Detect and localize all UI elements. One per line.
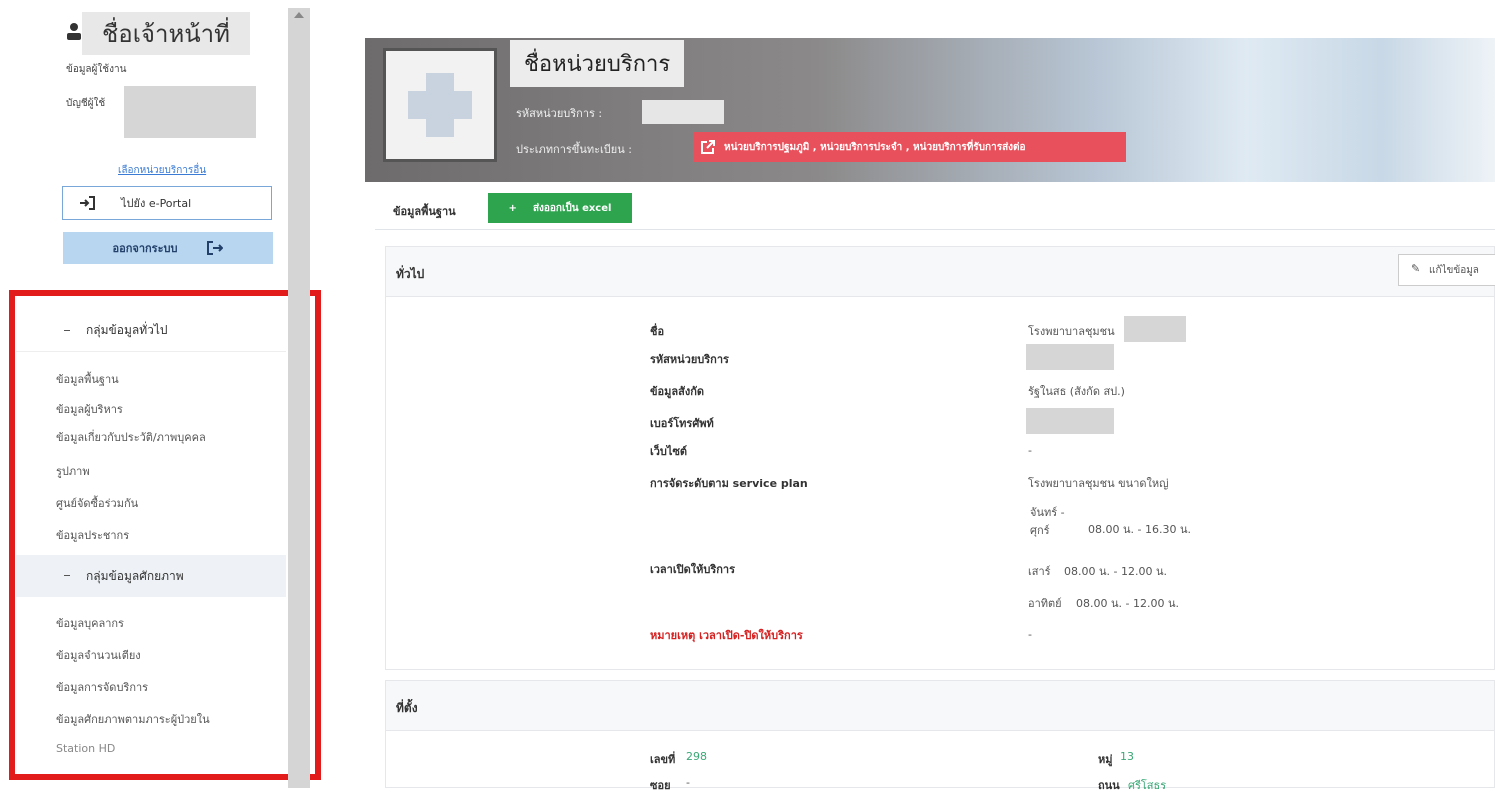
soi-label: ซอย xyxy=(650,779,671,792)
user-info-label: ข้อมูลผู้ใช้งาน xyxy=(66,64,127,75)
hours-label: เวลาเปิดให้บริการ xyxy=(650,563,735,576)
unit-code-label: รหัสหน่วยบริการ : xyxy=(516,107,603,120)
user-icon xyxy=(67,23,81,40)
redacted-box xyxy=(1026,408,1114,434)
soi-value: - xyxy=(686,776,690,789)
field-label: ข้อมูลสังกัด xyxy=(650,385,705,398)
field-value: โรงพยาบาลชุมชน ขนาดใหญ่ xyxy=(1028,477,1169,490)
plus-icon: + xyxy=(508,202,517,214)
export-excel-label: ส่งออกเป็น excel xyxy=(532,202,612,214)
unit-name: ชื่อหน่วยบริการ xyxy=(510,40,685,87)
redacted-box xyxy=(1124,316,1186,342)
sidebar-scrollbar[interactable] xyxy=(288,8,310,788)
logout-button[interactable]: ออกจากระบบ xyxy=(63,232,273,264)
sign-in-icon xyxy=(80,196,95,210)
field-value: โรงพยาบาลชุมชน xyxy=(1028,325,1115,338)
toolbar: ข้อมูลพื้นฐาน + ส่งออกเป็น excel xyxy=(375,190,1495,230)
sign-out-icon xyxy=(207,241,224,255)
hours-day: เสาร์ xyxy=(1028,565,1051,578)
general-title: ทั่วไป xyxy=(396,267,425,281)
moo-value: 13 xyxy=(1120,750,1134,763)
registration-label: ประเภทการขึ้นทะเบียน : xyxy=(516,143,632,156)
road-label: ถนน xyxy=(1098,779,1120,792)
account-photo-placeholder xyxy=(124,86,256,138)
general-card-header: ทั่วไป xyxy=(386,247,1494,297)
hours-day: อาทิตย์ xyxy=(1028,597,1062,610)
general-card: ทั่วไป xyxy=(385,246,1495,670)
external-link-icon xyxy=(701,140,715,154)
field-label: ชื่อ xyxy=(650,325,665,338)
unit-code-value xyxy=(642,100,724,124)
switch-unit-link[interactable]: เลือกหน่วยบริการอื่น xyxy=(118,163,206,178)
scroll-up-icon[interactable] xyxy=(294,12,304,18)
portal-button[interactable]: ไปยัง e-Portal xyxy=(62,186,272,220)
logout-button-label: ออกจากระบบ xyxy=(112,242,178,255)
edit-button-label: แก้ไขข้อมูล xyxy=(1429,264,1479,276)
location-title: ที่ตั้ง xyxy=(396,701,418,715)
field-label: การจัดระดับตาม service plan xyxy=(650,477,808,490)
house-no-value: 298 xyxy=(686,750,707,763)
registration-badge: หน่วยบริการปฐมภูมิ , หน่วยบริการประจำ , … xyxy=(694,132,1126,162)
location-card-header: ที่ตั้ง xyxy=(386,681,1494,731)
note-label: หมายเหตุ เวลาเปิด-ปิดให้บริการ xyxy=(650,629,803,642)
export-excel-button[interactable]: + ส่งออกเป็น excel xyxy=(488,193,632,223)
hours-time: 08.00 น. - 12.00 น. xyxy=(1064,565,1167,578)
moo-label: หมู่ xyxy=(1098,753,1113,766)
registration-types: หน่วยบริการปฐมภูมิ , หน่วยบริการประจำ , … xyxy=(724,141,1026,153)
field-label: เว็บไซต์ xyxy=(650,445,688,458)
field-value: - xyxy=(1028,444,1032,457)
tab-basic-info[interactable]: ข้อมูลพื้นฐาน xyxy=(393,202,456,220)
hours-day: จันทร์ - ศุกร์ xyxy=(1030,506,1065,537)
pencil-icon: ✎ xyxy=(1411,262,1421,275)
road-value: ศรีโสธร xyxy=(1128,779,1167,792)
redacted-box xyxy=(1026,344,1114,370)
user-title: ชื่อเจ้าหน้าที่ xyxy=(82,12,250,55)
field-label: เบอร์โทรศัพท์ xyxy=(650,417,714,430)
edit-button[interactable]: ✎ แก้ไขข้อมูล xyxy=(1398,254,1495,286)
hours-time: 08.00 น. - 12.00 น. xyxy=(1076,597,1179,610)
account-label: บัญชีผู้ใช้ xyxy=(66,98,106,109)
highlight-frame xyxy=(9,290,321,780)
unit-logo xyxy=(383,48,497,162)
field-value: รัฐในสธ (สังกัด สป.) xyxy=(1028,385,1125,398)
house-no-label: เลขที่ xyxy=(650,753,676,766)
note-value: - xyxy=(1028,628,1032,641)
location-card: ที่ตั้ง xyxy=(385,680,1495,788)
hours-time: 08.00 น. - 16.30 น. xyxy=(1088,523,1191,536)
medical-cross-icon xyxy=(408,91,472,119)
portal-button-label: ไปยัง e-Portal xyxy=(121,197,192,210)
field-label: รหัสหน่วยบริการ xyxy=(650,353,729,366)
sidebar: ชื่อเจ้าหน้าที่ ข้อมูลผู้ใช้งาน บัญชีผู้… xyxy=(0,0,321,788)
